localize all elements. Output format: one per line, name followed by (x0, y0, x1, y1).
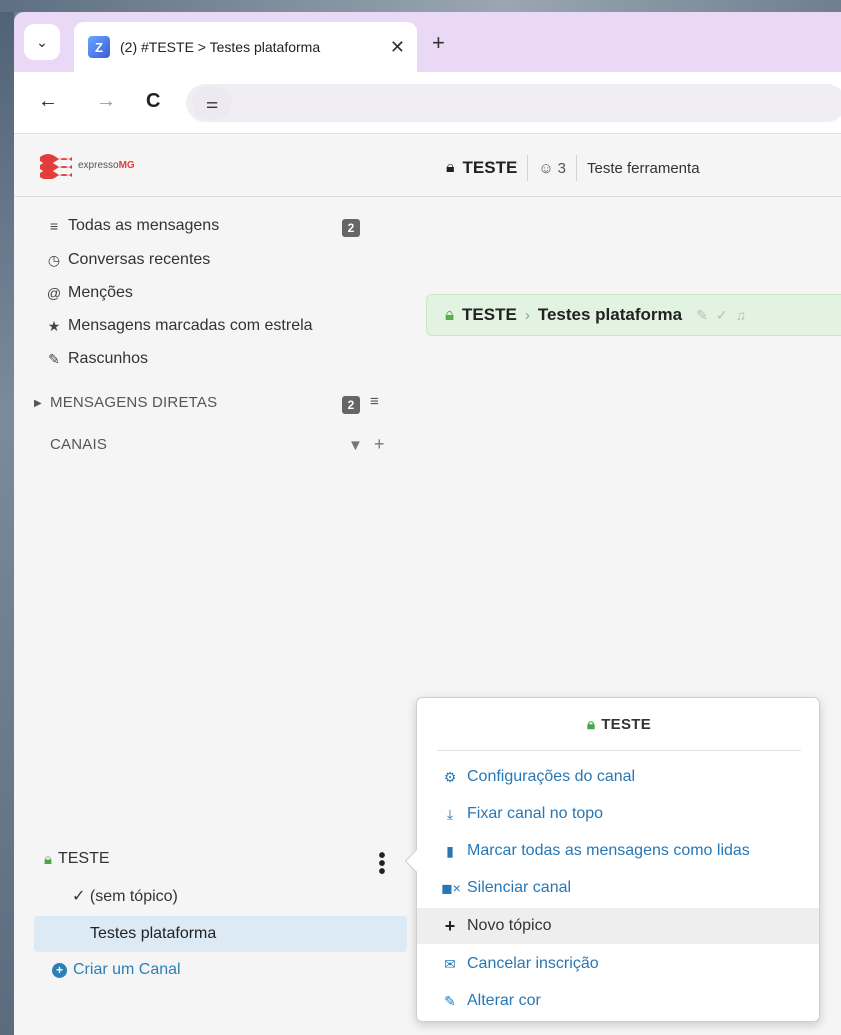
topic-label: Testes plataforma (90, 925, 217, 942)
sidebar-item-starred[interactable]: ★ Mensagens marcadas com estrela (44, 317, 313, 335)
sidebar-item-label: Conversas recentes (68, 251, 211, 268)
logo-text: expressoMG (78, 159, 135, 171)
filter-icon[interactable]: ▼ (348, 437, 363, 454)
check-icon: ✓ (72, 888, 86, 905)
book-icon: ▮ (446, 842, 454, 859)
lock-icon: 🔒︎ (586, 716, 596, 733)
menu-item-new-topic[interactable]: + Novo tópico (417, 908, 819, 944)
lock-icon: 🔒︎ (44, 850, 52, 868)
unread-count-badge: 2 (342, 219, 360, 237)
reload-icon[interactable]: C (146, 90, 160, 113)
chevron-right-icon: › (524, 306, 530, 324)
browser-toolbar: ← → C ⚌ (14, 72, 841, 134)
plus-circle-icon: + (52, 962, 67, 978)
channel-name: TESTE (57, 850, 110, 867)
back-arrow-icon[interactable]: ← (38, 90, 58, 113)
unread-count-badge: 2 (342, 396, 360, 414)
create-channel-label: Criar um Canal (73, 961, 181, 978)
tab-search-button[interactable]: ⌄ (24, 24, 60, 60)
tab-title: (2) #TESTE > Testes plataforma (120, 39, 321, 55)
browser-tab-active[interactable]: Z (2) #TESTE > Testes plataforma ✕ (74, 22, 417, 72)
menu-item-label: Configurações do canal (467, 768, 636, 785)
sidebar-item-all-messages[interactable]: ≡ Todas as mensagens (44, 217, 219, 235)
menu-item-mute-channel[interactable]: ◼× Silenciar canal (417, 870, 819, 906)
topic-item[interactable]: ✓ (sem tópico) (72, 886, 178, 906)
menu-item-mark-all-read[interactable]: ▮ Marcar todas as mensagens como lidas (417, 833, 819, 869)
plus-icon: + (444, 915, 456, 936)
sidebar-channel-teste[interactable]: 🔒︎ TESTE (44, 850, 110, 868)
sidebar-item-recent-conversations[interactable]: ◷ Conversas recentes (44, 251, 210, 269)
channels-heading: CANAIS (50, 436, 108, 453)
logo-waves-icon (40, 154, 72, 179)
topic-label: (sem tópico) (89, 888, 178, 905)
expresso-logo[interactable]: expressoMG (38, 151, 135, 179)
list-icon[interactable]: ≡ (370, 393, 379, 410)
channel-options-icon[interactable]: • • • (378, 846, 386, 882)
menu-item-label: Silenciar canal (467, 879, 572, 896)
chevron-down-icon: ⌄ (36, 33, 48, 50)
desktop-background-top (0, 0, 841, 12)
app-header: expressoMG 🔒︎ TESTE ☺︎ 3 Teste ferrament… (14, 135, 841, 197)
clock-icon: ◷ (47, 251, 61, 268)
channel-actions-popover: 🔒︎ TESTE ⚙ Configurações do canal ⤓ Fixar… (404, 697, 820, 1022)
menu-item-label: Alterar cor (467, 992, 541, 1009)
zulip-favicon-icon: Z (88, 36, 110, 58)
divider (527, 155, 529, 181)
menu-item-label: Fixar canal no topo (467, 805, 604, 822)
menu-item-unsubscribe[interactable]: ✉ Cancelar inscrição (417, 946, 819, 982)
list-icon: ≡ (49, 218, 59, 234)
message-recipient-bar: 🔒︎ TESTE › Testes plataforma ✎✓♫ (426, 294, 841, 336)
menu-item-label: Cancelar inscrição (467, 955, 599, 972)
close-icon[interactable]: ✕ (390, 37, 405, 58)
divider (575, 155, 577, 181)
topic-item-active[interactable]: Testes plataforma (34, 916, 407, 952)
popover-title: 🔒︎ TESTE (586, 716, 652, 733)
sidebar-item-label: Todas as mensagens (68, 217, 220, 234)
menu-item-channel-settings[interactable]: ⚙ Configurações do canal (417, 759, 819, 795)
lock-icon: 🔒︎ (445, 305, 455, 324)
topic-actions: ✎✓♫ (696, 307, 754, 324)
direct-messages-heading[interactable]: MENSAGENS DIRETAS (50, 394, 217, 411)
header-channel-description: Teste ferramenta (586, 159, 700, 177)
forward-arrow-icon[interactable]: → (96, 90, 116, 113)
eyedropper-icon: ✎ (444, 992, 456, 1009)
menu-item-label: Marcar todas as mensagens como lidas (467, 842, 750, 859)
sidebar-item-label: Rascunhos (68, 350, 149, 367)
recipient-topic[interactable]: Testes plataforma (538, 305, 682, 325)
header-user-count[interactable]: ☺︎ 3 (538, 160, 566, 177)
user-icon: ☺︎ (538, 159, 554, 177)
header-channel-name[interactable]: TESTE (463, 158, 518, 178)
pencil-icon[interactable]: ✎ (696, 307, 716, 323)
tab-strip: ⌄ Z (2) #TESTE > Testes plataforma ✕ + (14, 12, 841, 72)
new-tab-button[interactable]: + (432, 32, 445, 54)
menu-item-label: Novo tópico (467, 917, 552, 934)
sidebar-item-label: Mensagens marcadas com estrela (68, 317, 313, 334)
menu-item-change-color[interactable]: ✎ Alterar cor (417, 983, 819, 1019)
create-channel-link[interactable]: + Criar um Canal (52, 961, 181, 979)
star-icon: ★ (47, 317, 61, 334)
envelope-icon: ✉ (444, 955, 456, 972)
site-info-icon[interactable]: ⚌ (192, 86, 232, 120)
recipient-channel[interactable]: TESTE (462, 305, 517, 325)
mute-icon[interactable]: ♫ (736, 307, 755, 323)
desktop-background-left (0, 0, 14, 1035)
gear-icon: ⚙ (443, 768, 457, 785)
pin-icon: ⤓ (446, 805, 454, 822)
divider (437, 750, 801, 751)
menu-item-pin-channel[interactable]: ⤓ Fixar canal no topo (417, 796, 819, 832)
check-icon[interactable]: ✓ (716, 307, 736, 323)
browser-window: ⌄ Z (2) #TESTE > Testes plataforma ✕ + ←… (14, 12, 841, 1035)
sidebar-item-mentions[interactable]: @ Menções (44, 284, 133, 302)
mute-icon: ◼× (441, 879, 461, 896)
at-icon: @ (46, 285, 62, 301)
pencil-icon: ✎ (48, 350, 60, 367)
caret-right-icon[interactable]: ▶ (34, 398, 42, 409)
sidebar-item-drafts[interactable]: ✎ Rascunhos (44, 350, 148, 368)
sidebar-item-label: Menções (68, 284, 133, 301)
plus-icon[interactable]: + (374, 434, 385, 455)
address-bar[interactable] (186, 84, 841, 122)
header-channel-info: 🔒︎ TESTE ☺︎ 3 Teste ferramenta (446, 155, 700, 181)
lock-icon: 🔒︎ (446, 159, 455, 176)
